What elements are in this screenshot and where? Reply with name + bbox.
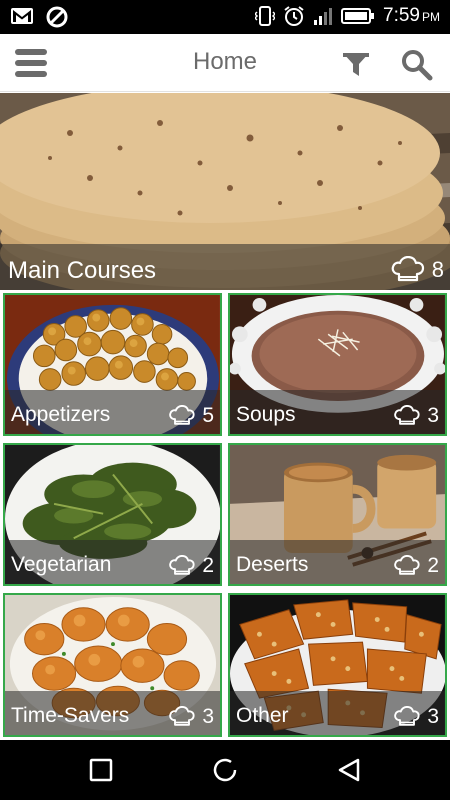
- category-tile-other[interactable]: Other 3: [228, 593, 447, 737]
- category-label: Time-Savers: [11, 704, 130, 727]
- home-icon: [213, 758, 237, 782]
- search-icon: [402, 50, 433, 81]
- alarm-icon: [284, 6, 304, 26]
- search-button[interactable]: [400, 48, 434, 82]
- system-nav-bar: [0, 740, 450, 800]
- caption-bar: Vegetarian 2: [5, 540, 220, 584]
- recipe-count: 5: [202, 404, 214, 427]
- chef-hat-icon: [169, 555, 195, 575]
- phone-vibrate-icon: [255, 6, 276, 26]
- category-tile-soups[interactable]: Soups 3: [228, 293, 447, 436]
- gmail-icon: [11, 8, 33, 24]
- recipe-count: 2: [427, 554, 439, 577]
- category-label: Vegetarian: [11, 553, 112, 576]
- category-label: Soups: [236, 403, 296, 426]
- category-label: Main Courses: [8, 257, 157, 284]
- battery-icon: [341, 8, 375, 24]
- filter-button[interactable]: [340, 50, 372, 80]
- caption-bar: Main Courses 8: [0, 244, 450, 290]
- chef-hat-icon: [394, 706, 420, 726]
- caption-bar: Time-Savers 3: [5, 691, 220, 735]
- recipe-count: 8: [431, 257, 444, 282]
- chef-hat-icon: [169, 706, 195, 726]
- category-tile-vegetarian[interactable]: Vegetarian 2: [3, 443, 222, 586]
- category-tile-appetizers[interactable]: Appetizers 5: [3, 293, 222, 436]
- recent-apps-button[interactable]: [86, 755, 116, 785]
- filter-icon: [343, 53, 369, 76]
- caption-bar: Deserts 2: [230, 540, 445, 584]
- category-label: Appetizers: [11, 403, 111, 426]
- category-tile-main-courses[interactable]: Main Courses 8: [0, 93, 450, 290]
- back-button[interactable]: [334, 755, 364, 785]
- recipe-count: 3: [427, 705, 439, 728]
- clock: 7:59 PM: [383, 5, 440, 26]
- chef-hat-icon: [391, 256, 424, 282]
- category-tile-deserts[interactable]: Deserts 2: [228, 443, 447, 586]
- recipe-count: 2: [202, 554, 214, 577]
- caption-bar: Appetizers 5: [5, 390, 220, 434]
- signal-icon: [314, 8, 333, 25]
- blocked-icon: [46, 6, 68, 28]
- caption-bar: Soups 3: [230, 390, 445, 434]
- app-bar: Home: [0, 34, 450, 92]
- category-tile-time-savers[interactable]: Time-Savers 3: [3, 593, 222, 737]
- category-label: Other: [236, 704, 289, 727]
- home-button[interactable]: [210, 755, 240, 785]
- chef-hat-icon: [169, 405, 195, 425]
- status-bar: 7:59 PM: [0, 0, 450, 34]
- caption-bar: Other 3: [230, 691, 445, 735]
- recipe-count: 3: [202, 705, 214, 728]
- recent-apps-icon: [89, 758, 113, 782]
- chef-hat-icon: [394, 555, 420, 575]
- chef-hat-icon: [394, 405, 420, 425]
- back-icon: [338, 758, 360, 782]
- category-label: Deserts: [236, 553, 309, 576]
- category-grid: Main Courses 8 Appetizers 5 Soups 3 Vege…: [0, 93, 450, 740]
- recipe-count: 3: [427, 404, 439, 427]
- page-title: Home: [192, 48, 258, 75]
